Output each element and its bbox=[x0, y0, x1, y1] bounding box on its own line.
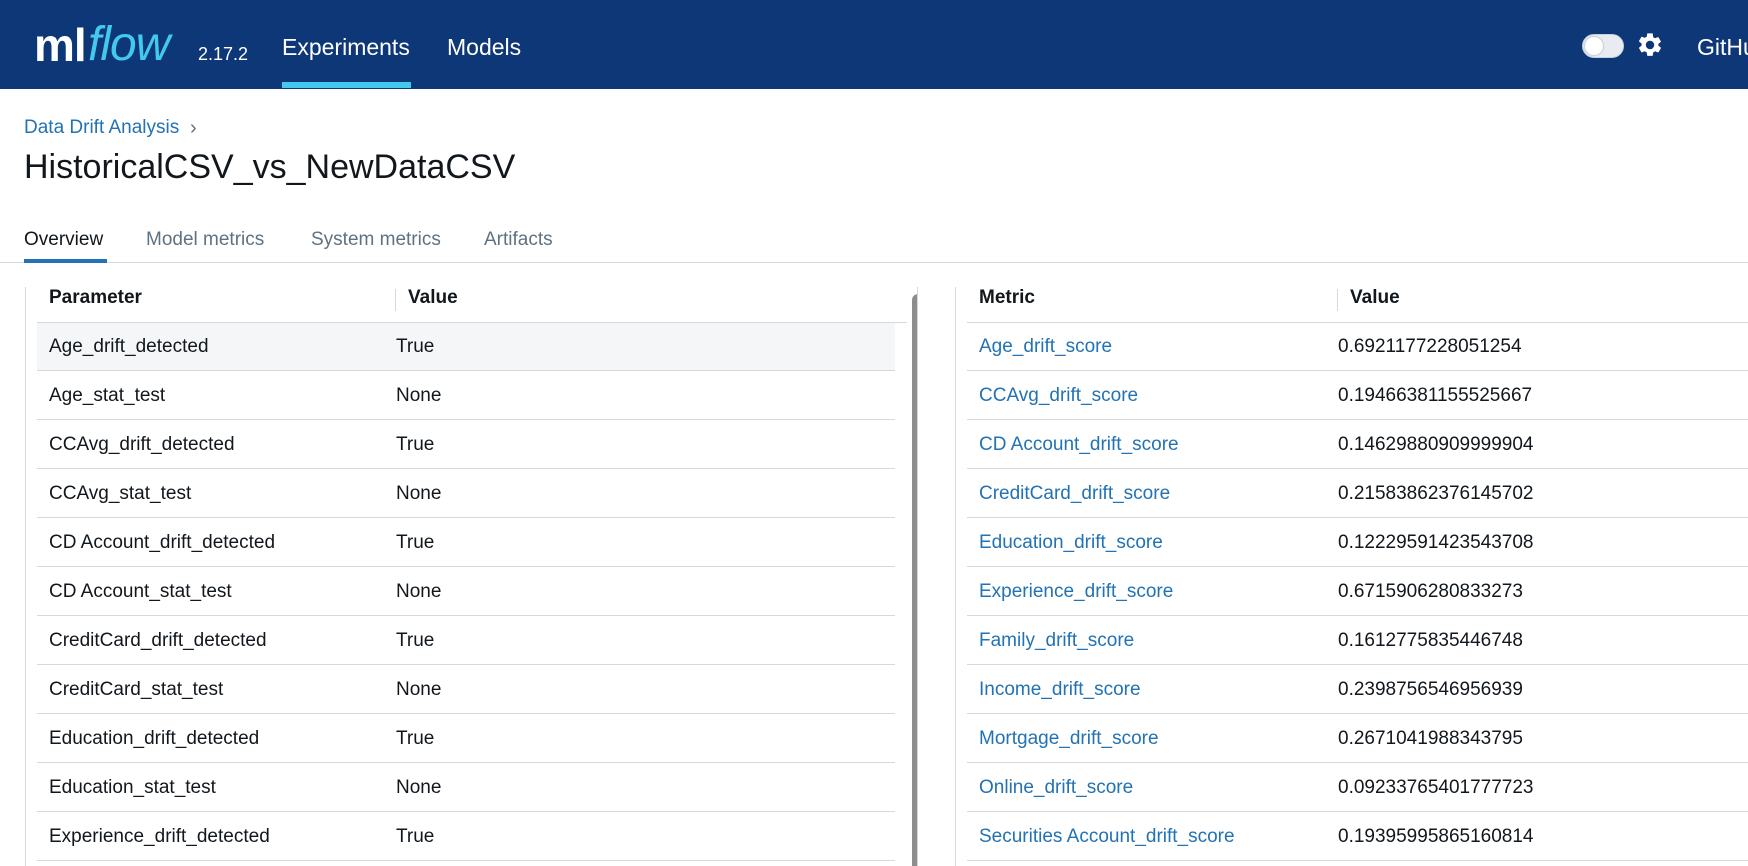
tabs-divider bbox=[0, 262, 1748, 263]
column-divider[interactable] bbox=[395, 289, 396, 311]
table-row[interactable]: CCAvg_stat_test None bbox=[37, 470, 895, 518]
metric-value: 0.2398756546956939 bbox=[1338, 679, 1523, 700]
parameters-table-header: Parameter Value bbox=[37, 287, 907, 322]
metric-link[interactable]: Income_drift_score bbox=[979, 679, 1141, 701]
table-row: CD Account_drift_score 0.1462988090999990… bbox=[967, 421, 1748, 469]
tab-model-metrics[interactable]: Model metrics bbox=[146, 229, 264, 251]
metric-link[interactable]: Experience_drift_score bbox=[979, 581, 1173, 603]
metric-link[interactable]: Age_drift_score bbox=[979, 336, 1112, 358]
github-link[interactable]: GitHu bbox=[1697, 34, 1748, 61]
logo-ml-text: ml bbox=[34, 19, 87, 71]
panel-divider bbox=[917, 287, 918, 866]
table-row[interactable]: CCAvg_drift_detected True bbox=[37, 421, 895, 469]
table-row: Mortgage_drift_score 0.2671041988343795 bbox=[967, 715, 1748, 763]
param-value: None bbox=[396, 679, 442, 700]
metric-value: 0.1612775835446748 bbox=[1338, 630, 1523, 651]
nav-models[interactable]: Models bbox=[447, 34, 521, 61]
gear-icon[interactable] bbox=[1636, 31, 1664, 59]
param-name: CreditCard_drift_detected bbox=[49, 630, 267, 651]
table-row[interactable]: Experience_drift_detected True bbox=[37, 813, 895, 861]
param-value: True bbox=[396, 728, 435, 749]
chevron-right-icon: › bbox=[190, 117, 197, 139]
parameters-table: Parameter Value Age_drift_detected True Ag… bbox=[25, 287, 918, 866]
nav-active-indicator bbox=[282, 82, 411, 88]
metric-link[interactable]: Online_drift_score bbox=[979, 777, 1133, 799]
metric-link[interactable]: Education_drift_score bbox=[979, 532, 1163, 554]
table-row: Age_drift_score 0.6921177228051254 bbox=[967, 323, 1748, 371]
param-name: CCAvg_drift_detected bbox=[49, 434, 235, 455]
table-row[interactable]: CD Account_drift_detected True bbox=[37, 519, 895, 567]
param-value: None bbox=[396, 777, 442, 798]
param-name: Age_stat_test bbox=[49, 385, 166, 406]
table-row: CreditCard_drift_score 0.2158386237614570… bbox=[967, 470, 1748, 518]
table-row[interactable]: Age_drift_detected True bbox=[37, 323, 895, 371]
table-row: Online_drift_score 0.09233765401777723 bbox=[967, 764, 1748, 812]
metric-link[interactable]: CCAvg_drift_score bbox=[979, 385, 1138, 407]
column-divider[interactable] bbox=[1337, 289, 1338, 311]
column-header-value[interactable]: Value bbox=[408, 287, 458, 309]
table-row: Experience_drift_score 0.6715906280833273 bbox=[967, 568, 1748, 616]
param-name: CD Account_drift_detected bbox=[49, 532, 276, 553]
theme-toggle-switch[interactable] bbox=[1582, 34, 1624, 58]
metric-value: 0.2671041988343795 bbox=[1338, 728, 1523, 749]
param-name: Experience_drift_detected bbox=[49, 826, 270, 847]
metric-value: 0.19395995865160814 bbox=[1338, 826, 1534, 847]
table-row: CCAvg_drift_score 0.19466381155525667 bbox=[967, 372, 1748, 420]
metric-link[interactable]: CreditCard_drift_score bbox=[979, 483, 1170, 505]
param-value: None bbox=[396, 385, 442, 406]
toggle-knob bbox=[1585, 37, 1603, 55]
param-value: None bbox=[396, 483, 442, 504]
tab-system-metrics[interactable]: System metrics bbox=[311, 229, 441, 251]
tab-active-indicator bbox=[24, 259, 107, 263]
metrics-table: Metric Value Age_drift_score 0.6921177228… bbox=[955, 287, 1748, 866]
param-name: CD Account_stat_test bbox=[49, 581, 232, 602]
top-navigation-bar: ml flow 2.17.2 Experiments Models GitHu bbox=[0, 0, 1748, 89]
metric-value: 0.6921177228051254 bbox=[1338, 336, 1522, 357]
column-header-value[interactable]: Value bbox=[1350, 287, 1400, 309]
param-name: CreditCard_stat_test bbox=[49, 679, 224, 700]
table-left-border bbox=[25, 287, 26, 866]
metric-link[interactable]: Mortgage_drift_score bbox=[979, 728, 1159, 750]
param-value: None bbox=[396, 581, 442, 602]
table-row[interactable]: Education_stat_test None bbox=[37, 764, 895, 812]
table-left-border bbox=[955, 287, 956, 866]
metric-value: 0.19466381155525667 bbox=[1338, 385, 1533, 406]
breadcrumb-experiment-link[interactable]: Data Drift Analysis bbox=[24, 117, 179, 139]
metric-value: 0.6715906280833273 bbox=[1338, 581, 1523, 602]
tab-artifacts[interactable]: Artifacts bbox=[484, 229, 553, 251]
table-row[interactable]: Age_stat_test None bbox=[37, 372, 895, 420]
param-value: True bbox=[396, 336, 435, 357]
metrics-table-header: Metric Value bbox=[967, 287, 1748, 322]
param-value: True bbox=[396, 532, 435, 553]
metric-value: 0.12229591423543708 bbox=[1338, 532, 1534, 553]
param-name: CCAvg_stat_test bbox=[49, 483, 192, 504]
page-title: HistoricalCSV_vs_NewDataCSV bbox=[24, 148, 516, 186]
column-header-metric[interactable]: Metric bbox=[979, 287, 1035, 309]
metric-link[interactable]: CD Account_drift_score bbox=[979, 434, 1179, 456]
table-row[interactable]: Education_drift_detected True bbox=[37, 715, 895, 763]
table-row: Securities Account_drift_score 0.19395995… bbox=[967, 813, 1748, 861]
table-row: Family_drift_score 0.1612775835446748 bbox=[967, 617, 1748, 665]
table-row[interactable]: CreditCard_stat_test None bbox=[37, 666, 895, 714]
table-row: Education_drift_score 0.12229591423543708 bbox=[967, 519, 1748, 567]
metric-link[interactable]: Family_drift_score bbox=[979, 630, 1134, 652]
logo-flow-text: flow bbox=[88, 18, 170, 71]
version-label: 2.17.2 bbox=[198, 44, 249, 64]
table-row[interactable]: CD Account_stat_test None bbox=[37, 568, 895, 616]
column-header-parameter[interactable]: Parameter bbox=[49, 287, 142, 309]
table-row[interactable]: CreditCard_drift_detected True bbox=[37, 617, 895, 665]
tab-overview[interactable]: Overview bbox=[24, 229, 103, 251]
param-name: Education_stat_test bbox=[49, 777, 216, 798]
metric-value: 0.09233765401777723 bbox=[1338, 777, 1534, 798]
table-row: Income_drift_score 0.2398756546956939 bbox=[967, 666, 1748, 714]
param-name: Age_drift_detected bbox=[49, 336, 209, 357]
metric-value: 0.14629880909999904 bbox=[1338, 434, 1534, 455]
param-value: True bbox=[396, 826, 435, 847]
nav-experiments[interactable]: Experiments bbox=[282, 34, 410, 61]
metric-value: 0.21583862376145702 bbox=[1338, 483, 1534, 504]
param-value: True bbox=[396, 434, 435, 455]
param-name: Education_drift_detected bbox=[49, 728, 260, 749]
metric-link[interactable]: Securities Account_drift_score bbox=[979, 826, 1235, 848]
param-value: True bbox=[396, 630, 435, 651]
